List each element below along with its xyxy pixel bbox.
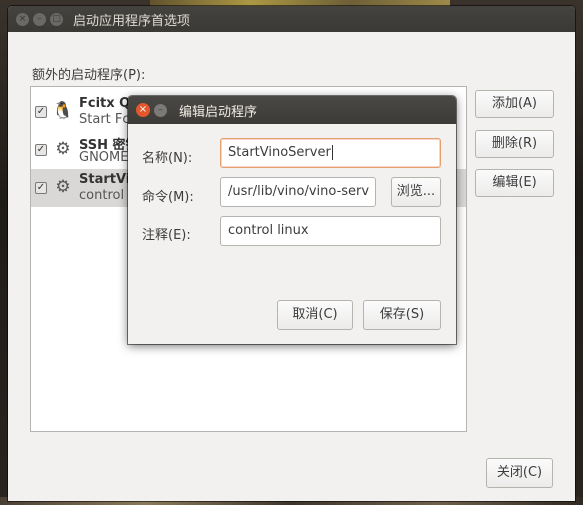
gears-icon: ⚙ xyxy=(55,177,71,197)
name-field[interactable]: StartVinoServer xyxy=(220,138,441,168)
window-titlebar: × – □ 启动应用程序首选项 xyxy=(8,6,575,32)
dialog-titlebar: × – 编辑启动程序 xyxy=(128,96,456,124)
close-button[interactable]: 关闭(C) xyxy=(486,458,553,488)
window-minimize-icon[interactable]: – xyxy=(33,12,46,26)
comment-label: 注释(E): xyxy=(142,228,191,243)
program-description: GNOME xyxy=(79,150,129,165)
command-label: 命令(M): xyxy=(142,190,194,205)
browse-button[interactable]: 浏览... xyxy=(391,177,441,207)
enable-checkbox[interactable]: ✓ xyxy=(35,182,47,194)
edit-startup-program-dialog: × – 编辑启动程序 名称(N): StartVinoServer 命令(M):… xyxy=(128,96,456,344)
section-label: 额外的启动程序(P): xyxy=(32,68,146,83)
window-close-icon[interactable]: × xyxy=(16,12,29,26)
window-controls: × – □ xyxy=(16,12,63,26)
edit-button[interactable]: 编辑(E) xyxy=(475,169,554,197)
dialog-close-icon[interactable]: × xyxy=(136,103,150,117)
dialog-minimize-icon[interactable]: – xyxy=(154,103,167,117)
name-field-value: StartVinoServer xyxy=(228,145,331,160)
window-title: 启动应用程序首选项 xyxy=(73,13,191,29)
gears-icon: ⚙ xyxy=(55,139,71,159)
command-field-value: /usr/lib/vino/vino-serv xyxy=(228,184,370,199)
dialog-title: 编辑启动程序 xyxy=(179,104,258,120)
fcitx-penguin-icon: 🐧 xyxy=(52,101,74,121)
window-maximize-icon[interactable]: □ xyxy=(50,12,63,26)
comment-field-value: control linux xyxy=(228,223,309,238)
name-label: 名称(N): xyxy=(142,151,193,166)
remove-button[interactable]: 删除(R) xyxy=(475,130,554,158)
comment-field[interactable]: control linux xyxy=(220,216,441,246)
save-button[interactable]: 保存(S) xyxy=(363,300,441,330)
enable-checkbox[interactable]: ✓ xyxy=(35,106,47,118)
enable-checkbox[interactable]: ✓ xyxy=(35,144,47,156)
add-button[interactable]: 添加(A) xyxy=(475,90,554,118)
command-field[interactable]: /usr/lib/vino/vino-serv xyxy=(220,177,376,207)
text-cursor xyxy=(331,145,333,160)
cancel-button[interactable]: 取消(C) xyxy=(277,300,353,330)
